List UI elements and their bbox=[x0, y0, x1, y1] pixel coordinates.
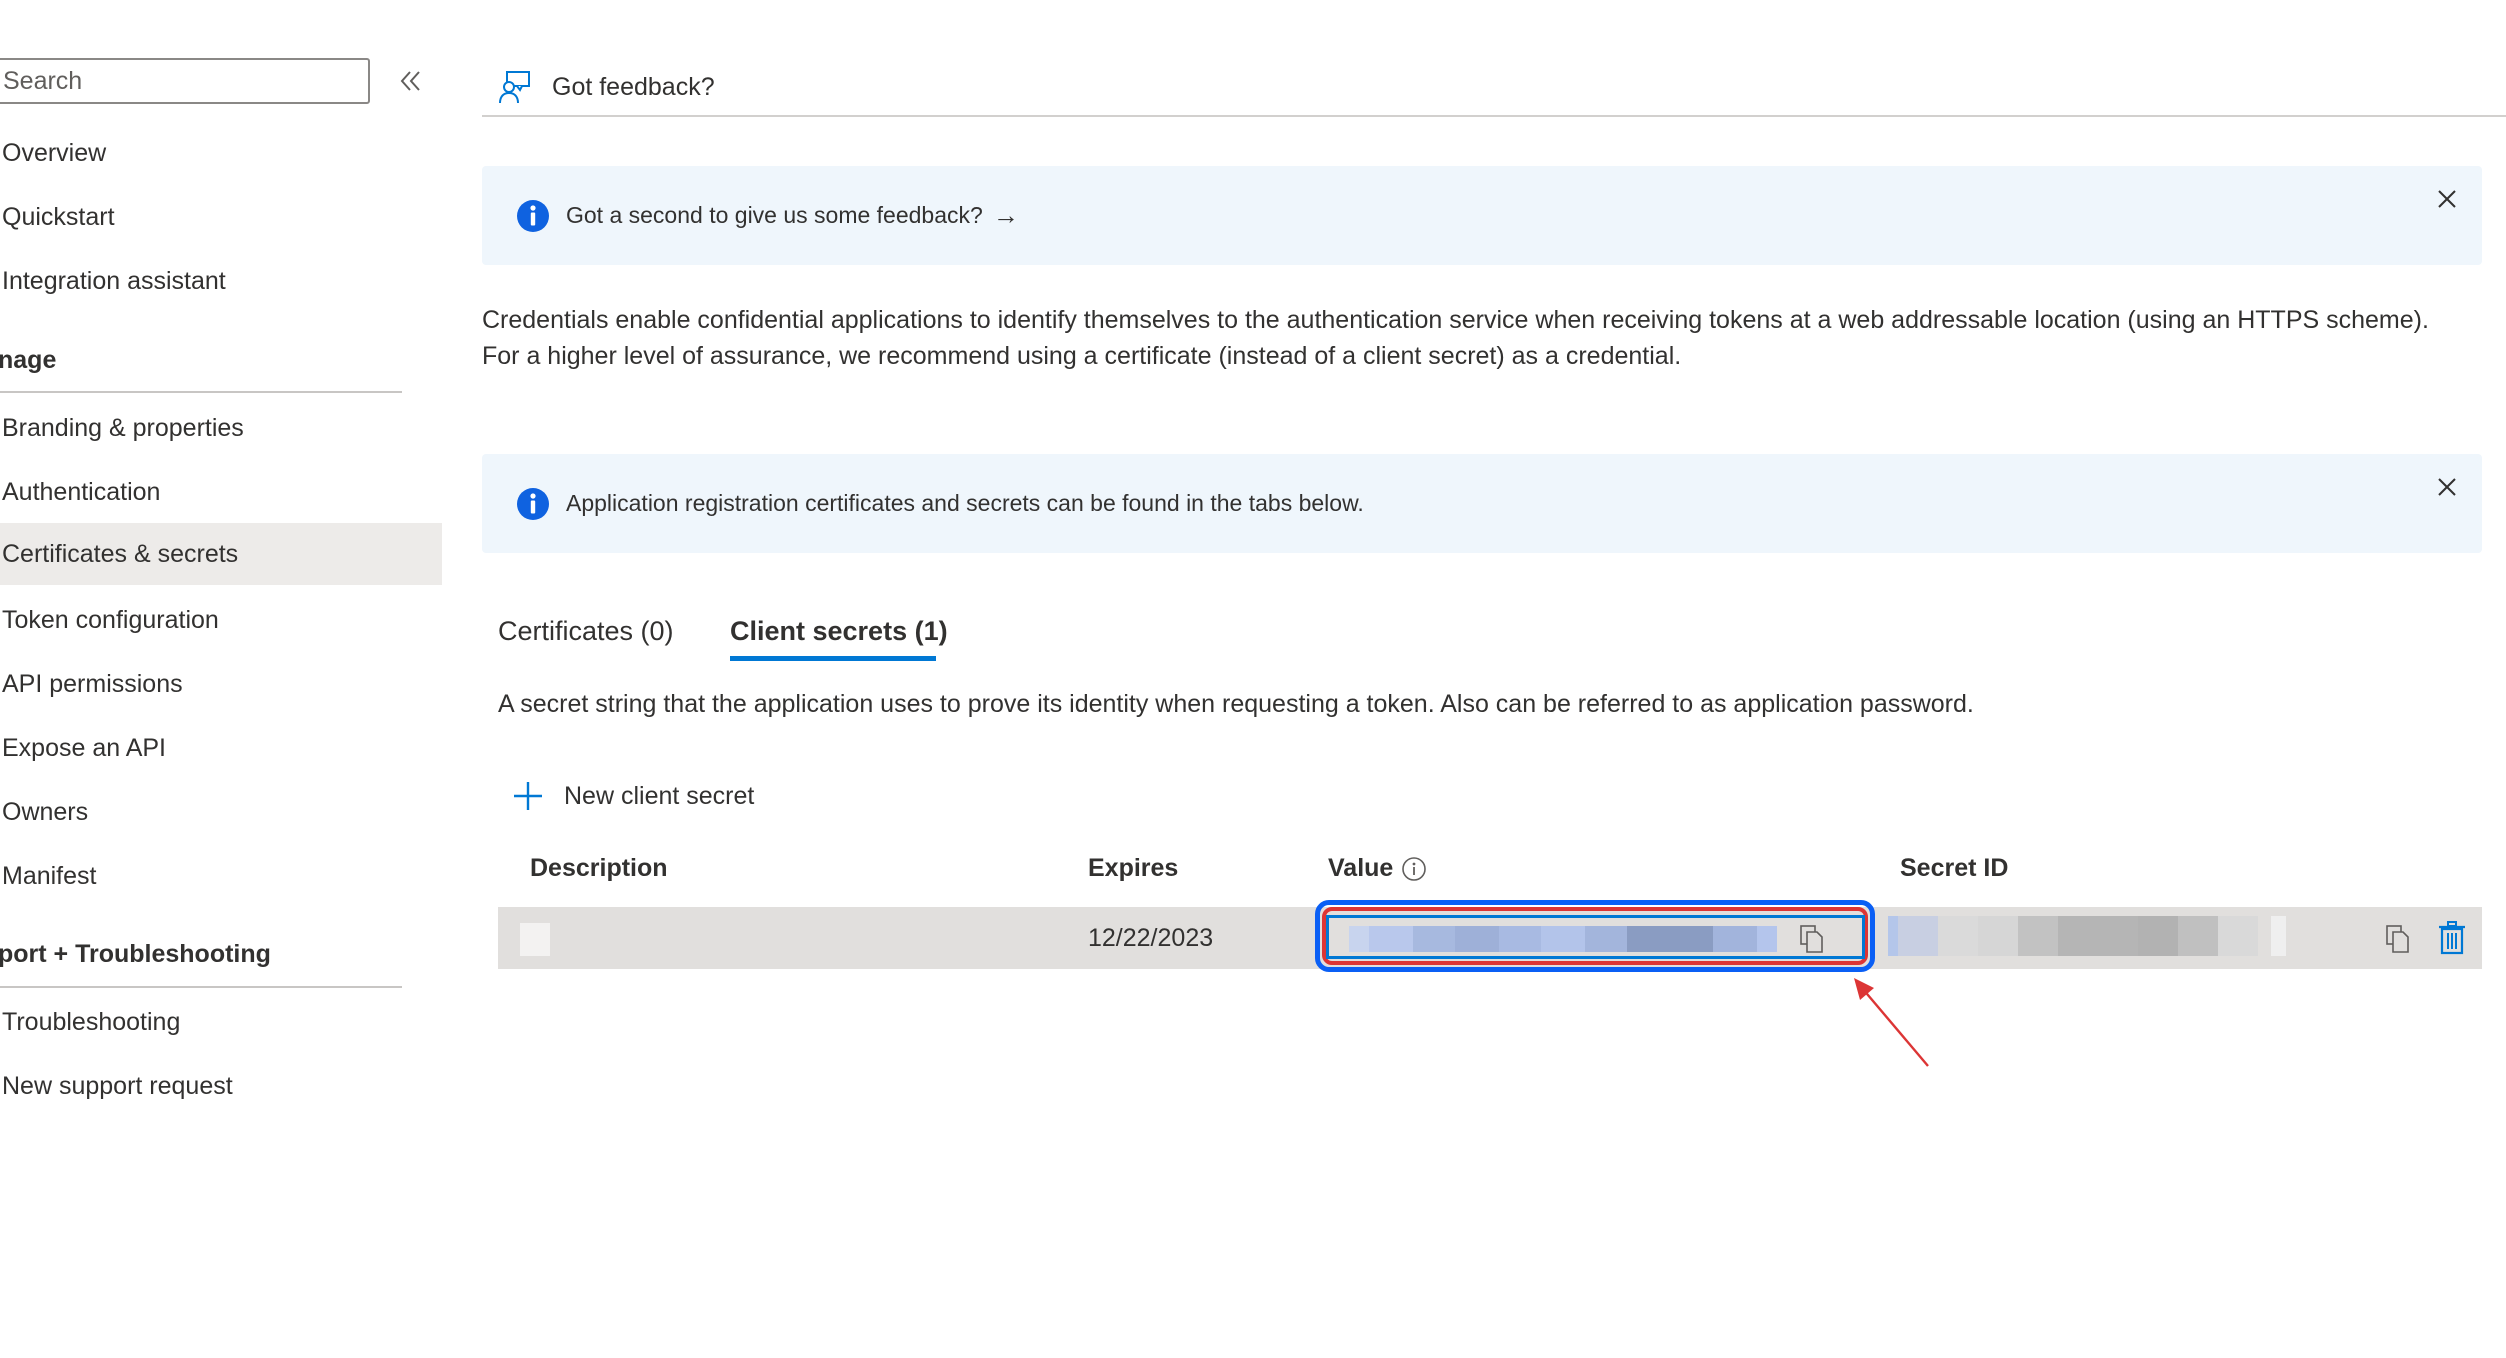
header-divider bbox=[482, 115, 2506, 117]
new-client-secret-label: New client secret bbox=[564, 781, 755, 810]
sidebar-section-manage: nage bbox=[0, 346, 57, 374]
info-icon bbox=[517, 199, 549, 232]
tab-client-secrets[interactable]: Client secrets (1) bbox=[730, 608, 948, 660]
close-icon[interactable] bbox=[2436, 188, 2458, 210]
sidebar-item-troubleshooting[interactable]: Troubleshooting bbox=[0, 991, 442, 1053]
redaction-block bbox=[1713, 926, 1757, 952]
tab-certificates[interactable]: Certificates (0) bbox=[498, 608, 674, 660]
client-secrets-subtitle: A secret string that the application use… bbox=[498, 690, 1974, 718]
sidebar-item-overview[interactable]: Overview bbox=[0, 122, 442, 184]
expires-cell: 12/22/2023 bbox=[1088, 924, 1214, 952]
info-circle-icon[interactable] bbox=[1401, 856, 1427, 882]
sidebar-item-certificates-secrets[interactable]: Certificates & secrets bbox=[0, 523, 442, 585]
sidebar-item-new-support-request[interactable]: New support request bbox=[0, 1055, 442, 1117]
redaction-block bbox=[1978, 916, 2018, 956]
sidebar-divider bbox=[0, 391, 402, 393]
delete-trash-icon[interactable] bbox=[2438, 921, 2466, 955]
arrow-right-icon[interactable]: → bbox=[993, 200, 1019, 231]
redaction-block bbox=[1757, 926, 1777, 952]
active-tab-indicator bbox=[730, 656, 936, 661]
info-icon bbox=[517, 487, 549, 520]
column-header-secret-id: Secret ID bbox=[1900, 854, 2009, 882]
feedback-banner: Got a second to give us some feedback? → bbox=[482, 166, 2482, 265]
redaction-block bbox=[2058, 916, 2138, 956]
copy-secret-id-icon[interactable] bbox=[2385, 924, 2411, 954]
sidebar-divider bbox=[0, 986, 402, 988]
redaction-block bbox=[2018, 916, 2058, 956]
got-feedback-button[interactable]: Got feedback? bbox=[482, 58, 715, 116]
redaction-block bbox=[2138, 916, 2178, 956]
redaction-block bbox=[1541, 926, 1585, 952]
secret-value-field[interactable] bbox=[1326, 915, 1865, 959]
redaction-block bbox=[2178, 916, 2218, 956]
sidebar-item-expose-api[interactable]: Expose an API bbox=[0, 717, 442, 779]
sidebar-item-authentication[interactable]: Authentication bbox=[0, 461, 442, 523]
collapse-sidebar-button[interactable] bbox=[398, 64, 424, 98]
redaction-block bbox=[1499, 926, 1541, 952]
redaction-block bbox=[1369, 926, 1413, 952]
sidebar-item-quickstart[interactable]: Quickstart bbox=[0, 186, 442, 248]
column-header-expires: Expires bbox=[1088, 854, 1179, 882]
new-client-secret-button[interactable]: New client secret bbox=[512, 780, 754, 812]
feedback-person-icon bbox=[499, 71, 530, 104]
redaction-block bbox=[1898, 916, 1938, 956]
redaction-block bbox=[1888, 916, 1898, 956]
annotation-arrow-icon bbox=[1854, 978, 1929, 1067]
got-feedback-label: Got feedback? bbox=[552, 72, 715, 101]
sidebar-item-branding[interactable]: Branding & properties bbox=[0, 397, 442, 459]
sidebar-item-token-configuration[interactable]: Token configuration bbox=[0, 589, 442, 651]
sidebar-item-integration-assistant[interactable]: Integration assistant bbox=[0, 250, 442, 312]
sidebar-search-input[interactable] bbox=[0, 60, 368, 102]
sidebar-section-support: port + Troubleshooting bbox=[0, 940, 271, 968]
plus-icon bbox=[514, 782, 542, 810]
redaction-block bbox=[1585, 926, 1627, 952]
redaction-block bbox=[1349, 926, 1369, 952]
redaction-block bbox=[1938, 916, 1978, 956]
redaction-block bbox=[1455, 926, 1499, 952]
credentials-description: Credentials enable confidential applicat… bbox=[482, 306, 2429, 370]
description-cell bbox=[520, 923, 550, 956]
sidebar-item-api-permissions[interactable]: API permissions bbox=[0, 653, 442, 715]
info-banner: Application registration certificates an… bbox=[482, 454, 2482, 553]
column-header-value-label: Value bbox=[1328, 854, 1394, 882]
sidebar-item-manifest[interactable]: Manifest bbox=[0, 845, 442, 907]
close-icon[interactable] bbox=[2436, 476, 2458, 498]
redaction-block bbox=[2218, 916, 2258, 956]
redaction-block bbox=[2271, 916, 2286, 956]
redaction-block bbox=[1627, 926, 1713, 952]
double-chevron-left-icon bbox=[400, 71, 420, 91]
column-header-description: Description bbox=[530, 854, 668, 882]
info-banner-text: Application registration certificates an… bbox=[566, 490, 1364, 516]
sidebar-item-owners[interactable]: Owners bbox=[0, 781, 442, 843]
redaction-block bbox=[1413, 926, 1455, 952]
column-header-value: Value bbox=[1328, 854, 1427, 883]
sidebar-search-box[interactable] bbox=[0, 58, 370, 104]
copy-value-icon[interactable] bbox=[1799, 924, 1825, 954]
feedback-banner-link[interactable]: Got a second to give us some feedback? bbox=[566, 202, 983, 229]
